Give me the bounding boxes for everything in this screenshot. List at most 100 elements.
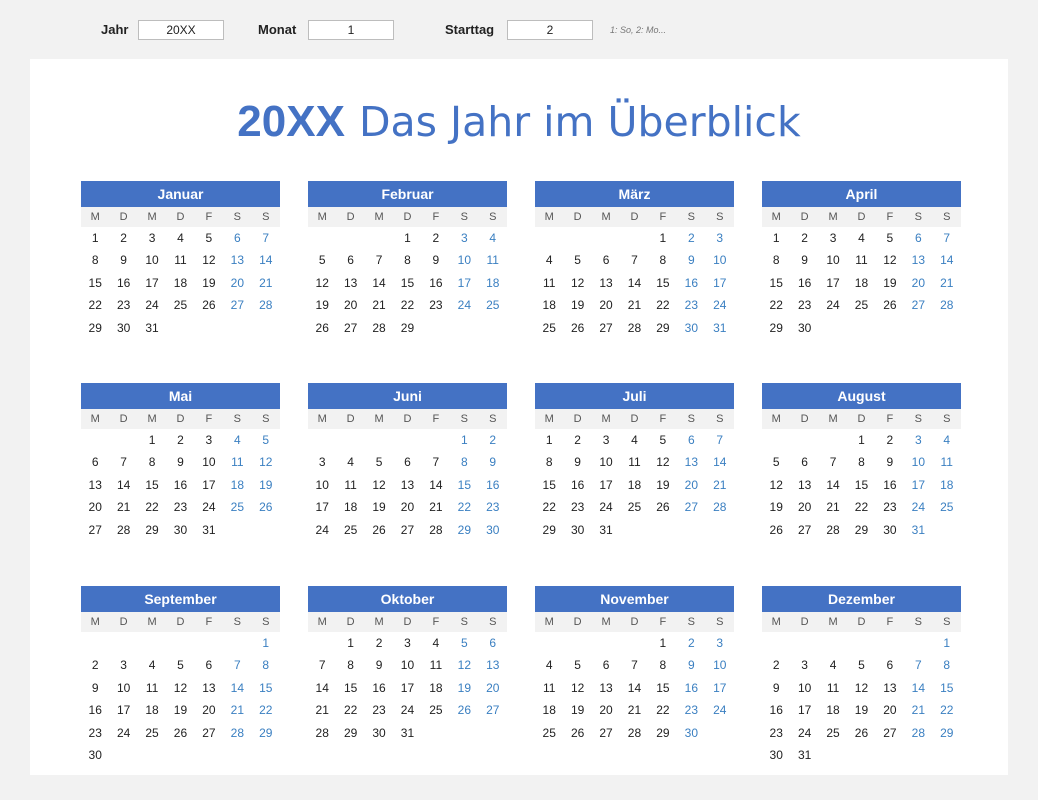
- day-cell: 11: [486, 253, 499, 268]
- day-cell: 29: [400, 320, 415, 335]
- month-header: April: [762, 181, 961, 207]
- weekday-row: MDMDFSS: [81, 207, 280, 227]
- empty-cell: [620, 632, 648, 654]
- day-cell: 2: [432, 231, 440, 245]
- day-cell: 30: [883, 522, 897, 537]
- weekday-label: D: [800, 616, 809, 628]
- day-cell: 15: [343, 680, 358, 695]
- day-cell: 23: [570, 500, 585, 515]
- day-cell: 21: [826, 500, 840, 515]
- day-cell: 17: [202, 477, 216, 492]
- day-cell: 5: [659, 433, 667, 447]
- day-cell: 16: [88, 703, 102, 718]
- weekday-label: D: [176, 413, 185, 425]
- day-cell: 28: [713, 500, 727, 515]
- day-cell: 14: [940, 253, 954, 268]
- month-april: April M D M D F S S 1 2 3 4 5 6 7 8 9 10 11 12 13 14 15 16 17 18 1…: [762, 181, 961, 339]
- day-cell: 25: [486, 298, 500, 313]
- day-cell: 27: [202, 725, 216, 740]
- day-cell: 17: [797, 703, 812, 718]
- day-cell: 4: [233, 433, 241, 447]
- day-cell: 12: [315, 275, 329, 290]
- month-header: Mai: [81, 383, 280, 409]
- day-cell: 3: [914, 433, 922, 447]
- day-cell: 29: [457, 522, 471, 537]
- day-cell: 23: [684, 298, 698, 313]
- day-cell: 18: [627, 477, 642, 492]
- weekday-label: M: [374, 616, 384, 628]
- weekday-label: F: [659, 616, 667, 628]
- day-cell: 22: [88, 298, 102, 313]
- day-cell: 7: [120, 455, 127, 470]
- day-cell: 24: [315, 522, 329, 537]
- day-cell: 22: [656, 703, 670, 718]
- day-cell: 5: [858, 658, 865, 673]
- weekday-label: M: [544, 616, 554, 628]
- day-cell: 7: [631, 253, 638, 268]
- day-cell: 22: [259, 703, 273, 718]
- weekday-row: MDMDFSS: [535, 409, 734, 429]
- day-cell: 11: [855, 253, 868, 268]
- weekday-label: M: [90, 413, 100, 425]
- day-grid: 1 2 3 4 5 6 7 8 9 10 11 12 13 14 15 16 17 18 19 20 21 22 23 24 2…: [535, 227, 734, 339]
- day-cell: 7: [432, 455, 440, 470]
- day-cell: 3: [205, 433, 213, 447]
- weekday-label: S: [233, 616, 241, 628]
- day-cell: 27: [88, 522, 102, 537]
- day-cell: 9: [687, 658, 695, 673]
- day-cell: 4: [148, 658, 156, 673]
- day-cell: 5: [574, 253, 581, 268]
- day-cell: 20: [343, 298, 358, 313]
- weekday-label: M: [544, 211, 554, 223]
- day-cell: 13: [486, 658, 500, 673]
- day-cell: 5: [772, 455, 780, 470]
- day-cell: 7: [375, 253, 383, 268]
- day-cell: 17: [400, 680, 415, 695]
- day-cell: 2: [574, 433, 581, 447]
- day-cell: 26: [570, 725, 585, 740]
- day-cell: 29: [656, 725, 670, 740]
- weekday-label: S: [233, 211, 241, 223]
- weekday-label: S: [233, 413, 241, 425]
- day-cell: 27: [883, 725, 897, 740]
- weekday-label: F: [659, 211, 667, 223]
- weekday-label: M: [374, 413, 384, 425]
- year-input[interactable]: [138, 20, 224, 40]
- day-cell: 19: [202, 275, 216, 290]
- day-cell: 5: [205, 231, 213, 245]
- day-cell: 26: [883, 298, 897, 313]
- day-cell: 5: [177, 658, 184, 673]
- day-cell: 27: [486, 703, 500, 718]
- day-cell: 27: [230, 298, 244, 313]
- month-august: August M D M D F S S 1 2 3 4 5 6 7 8 9 10 11 12 13 14 15 16 17 18…: [762, 383, 961, 541]
- weekday-label: D: [119, 211, 128, 223]
- day-cell: 13: [599, 275, 613, 290]
- empty-cell: [620, 227, 648, 249]
- day-cell: 16: [684, 680, 698, 695]
- day-cell: 31: [202, 522, 216, 537]
- day-cell: 27: [797, 522, 812, 537]
- day-cell: 10: [713, 658, 727, 673]
- weekday-label: D: [119, 413, 128, 425]
- day-cell: 16: [797, 275, 812, 290]
- day-cell: 19: [315, 298, 329, 313]
- day-cell: 9: [801, 253, 808, 268]
- day-cell: 11: [628, 455, 641, 470]
- day-cell: 15: [400, 275, 415, 290]
- empty-cell: [422, 429, 450, 451]
- startday-input[interactable]: [507, 20, 593, 40]
- day-cell: 1: [659, 636, 667, 650]
- month-input[interactable]: [308, 20, 394, 40]
- day-cell: 10: [116, 680, 131, 695]
- weekday-label: D: [346, 616, 355, 628]
- day-cell: 17: [713, 680, 727, 695]
- weekday-label: S: [262, 616, 270, 628]
- day-cell: 25: [854, 298, 869, 313]
- empty-cell: [336, 227, 364, 249]
- day-cell: 19: [457, 680, 471, 695]
- day-cell: 10: [400, 658, 415, 673]
- day-cell: 1: [659, 231, 667, 245]
- day-cell: 28: [627, 725, 642, 740]
- day-cell: 25: [542, 320, 556, 335]
- day-cell: 6: [914, 231, 922, 245]
